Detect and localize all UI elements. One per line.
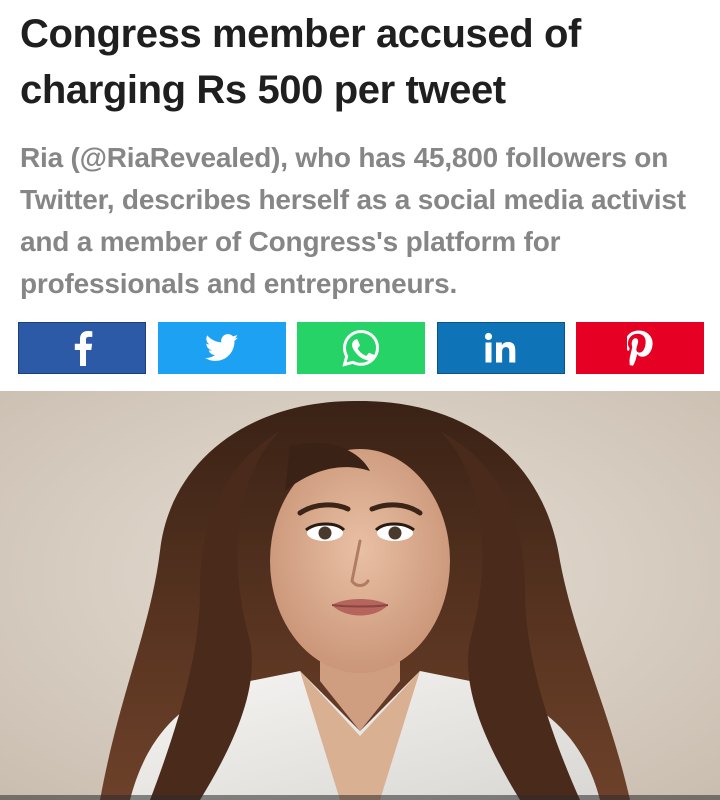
article-summary: Ria (@RiaRevealed), who has 45,800 follo… (20, 142, 686, 299)
pinterest-icon (627, 330, 653, 366)
linkedin-share-button[interactable] (436, 322, 565, 374)
whatsapp-share-button[interactable] (297, 322, 425, 374)
article-card: Congress member accused of charging Rs 5… (0, 0, 720, 800)
portrait-photo (0, 391, 720, 800)
share-bar (18, 322, 704, 374)
pinterest-share-button[interactable] (576, 322, 704, 374)
facebook-share-button[interactable] (18, 322, 146, 374)
article-photo (0, 391, 720, 800)
whatsapp-icon (342, 329, 380, 367)
twitter-icon (204, 334, 238, 361)
twitter-share-button[interactable] (157, 322, 286, 374)
facebook-icon (74, 331, 93, 366)
linkedin-icon (484, 332, 515, 363)
headline: Congress member accused of charging Rs 5… (20, 12, 581, 112)
